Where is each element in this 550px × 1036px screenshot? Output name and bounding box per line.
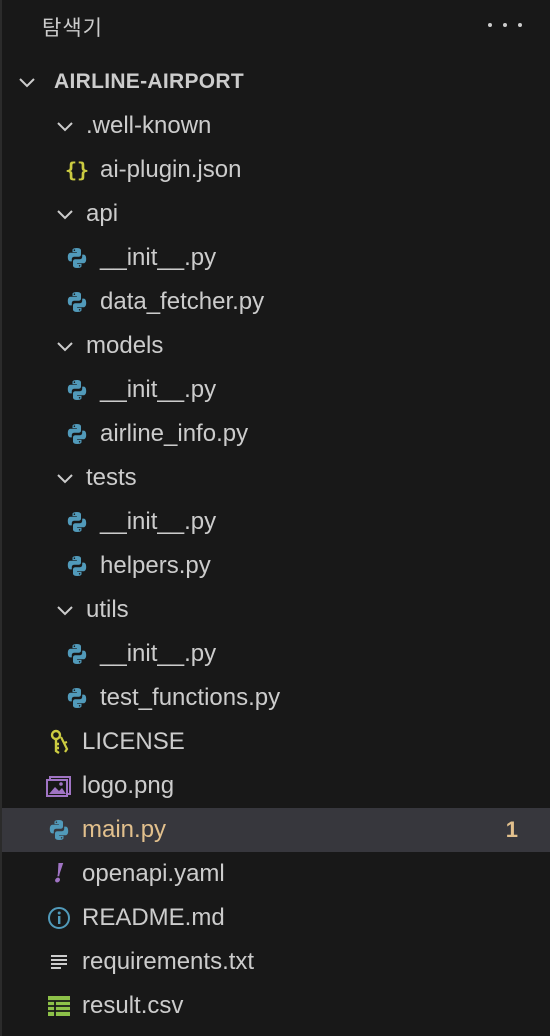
yaml-file-icon: ! (53, 859, 65, 889)
tree-item-label: .well-known (86, 112, 212, 139)
tree-item-label: test_functions.py (100, 684, 281, 711)
csv-file-icon (46, 993, 72, 1019)
more-actions-dot (503, 23, 507, 27)
chevron-down-icon (16, 71, 38, 93)
tree-item-label: __init__.py (100, 244, 217, 271)
folder-api[interactable]: api (2, 192, 550, 236)
file-utils-init-py[interactable]: __init__.py (2, 632, 550, 676)
chevron-down-icon (54, 115, 76, 137)
file-api-init-py[interactable]: __init__.py (2, 236, 550, 280)
explorer-panel: 탐색기 AIRLINE-AIRPORT .well-known {} ai-plug… (0, 0, 550, 1036)
tree-item-label: README.md (82, 904, 225, 931)
tree-item-label: data_fetcher.py (100, 288, 265, 315)
file-requirements-txt[interactable]: requirements.txt (2, 940, 550, 984)
file-ai-plugin-json[interactable]: {} ai-plugin.json (2, 148, 550, 192)
chevron-down-icon (54, 335, 76, 357)
explorer-header: 탐색기 (2, 0, 550, 52)
chevron-down-icon (54, 599, 76, 621)
tree-item-label: logo.png (82, 772, 175, 799)
python-file-icon (64, 245, 90, 271)
file-openapi-yaml[interactable]: ! openapi.yaml (2, 852, 550, 896)
python-file-icon (46, 817, 72, 843)
more-actions-dot (518, 23, 522, 27)
info-file-icon (46, 905, 72, 931)
tree-item-label: helpers.py (100, 552, 211, 579)
root-folder-airline-airport[interactable]: AIRLINE-AIRPORT (2, 60, 550, 104)
tree-item-label: openapi.yaml (82, 860, 225, 887)
file-license[interactable]: LICENSE (2, 720, 550, 764)
python-file-icon (64, 377, 90, 403)
tree-item-label: utils (86, 596, 129, 623)
tree-item-label: __init__.py (100, 508, 217, 535)
file-tests-init-py[interactable]: __init__.py (2, 500, 550, 544)
python-file-icon (64, 553, 90, 579)
python-file-icon (64, 289, 90, 315)
license-file-icon (46, 729, 72, 755)
tree-item-label: LICENSE (82, 728, 185, 755)
tree-item-label: tests (86, 464, 137, 491)
file-models-init-py[interactable]: __init__.py (2, 368, 550, 412)
file-main-py[interactable]: main.py 1 (2, 808, 550, 852)
file-helpers-py[interactable]: helpers.py (2, 544, 550, 588)
python-file-icon (64, 685, 90, 711)
tree-item-label: models (86, 332, 164, 359)
tree-item-label: api (86, 200, 119, 227)
file-readme-md[interactable]: README.md (2, 896, 550, 940)
python-file-icon (64, 421, 90, 447)
json-file-icon: {} (64, 158, 90, 182)
tree-item-label: result.csv (82, 992, 184, 1019)
folder-models[interactable]: models (2, 324, 550, 368)
image-file-icon (46, 773, 72, 799)
text-file-icon (46, 949, 72, 975)
folder-well-known[interactable]: .well-known (2, 104, 550, 148)
tree-item-label: ai-plugin.json (100, 156, 242, 183)
root-folder-label: AIRLINE-AIRPORT (54, 70, 244, 93)
folder-utils[interactable]: utils (2, 588, 550, 632)
python-file-icon (64, 509, 90, 535)
file-logo-png[interactable]: logo.png (2, 764, 550, 808)
file-test-functions-py[interactable]: test_functions.py (2, 676, 550, 720)
folder-tests[interactable]: tests (2, 456, 550, 500)
tree-item-label: main.py (82, 816, 167, 843)
tree-item-label: __init__.py (100, 376, 217, 403)
tree-item-label: airline_info.py (100, 420, 249, 447)
file-tree: AIRLINE-AIRPORT .well-known {} ai-plugin.j… (2, 60, 550, 1028)
file-result-csv[interactable]: result.csv (2, 984, 550, 1028)
tree-item-label: requirements.txt (82, 948, 255, 975)
python-file-icon (64, 641, 90, 667)
tree-item-label: __init__.py (100, 640, 217, 667)
more-actions-icon (488, 23, 492, 27)
more-actions-button[interactable] (488, 10, 522, 40)
file-data-fetcher-py[interactable]: data_fetcher.py (2, 280, 550, 324)
chevron-down-icon (54, 203, 76, 225)
explorer-title: 탐색기 (42, 16, 103, 40)
file-airline-info-py[interactable]: airline_info.py (2, 412, 550, 456)
problem-count-badge: 1 (505, 817, 518, 842)
chevron-down-icon (54, 467, 76, 489)
